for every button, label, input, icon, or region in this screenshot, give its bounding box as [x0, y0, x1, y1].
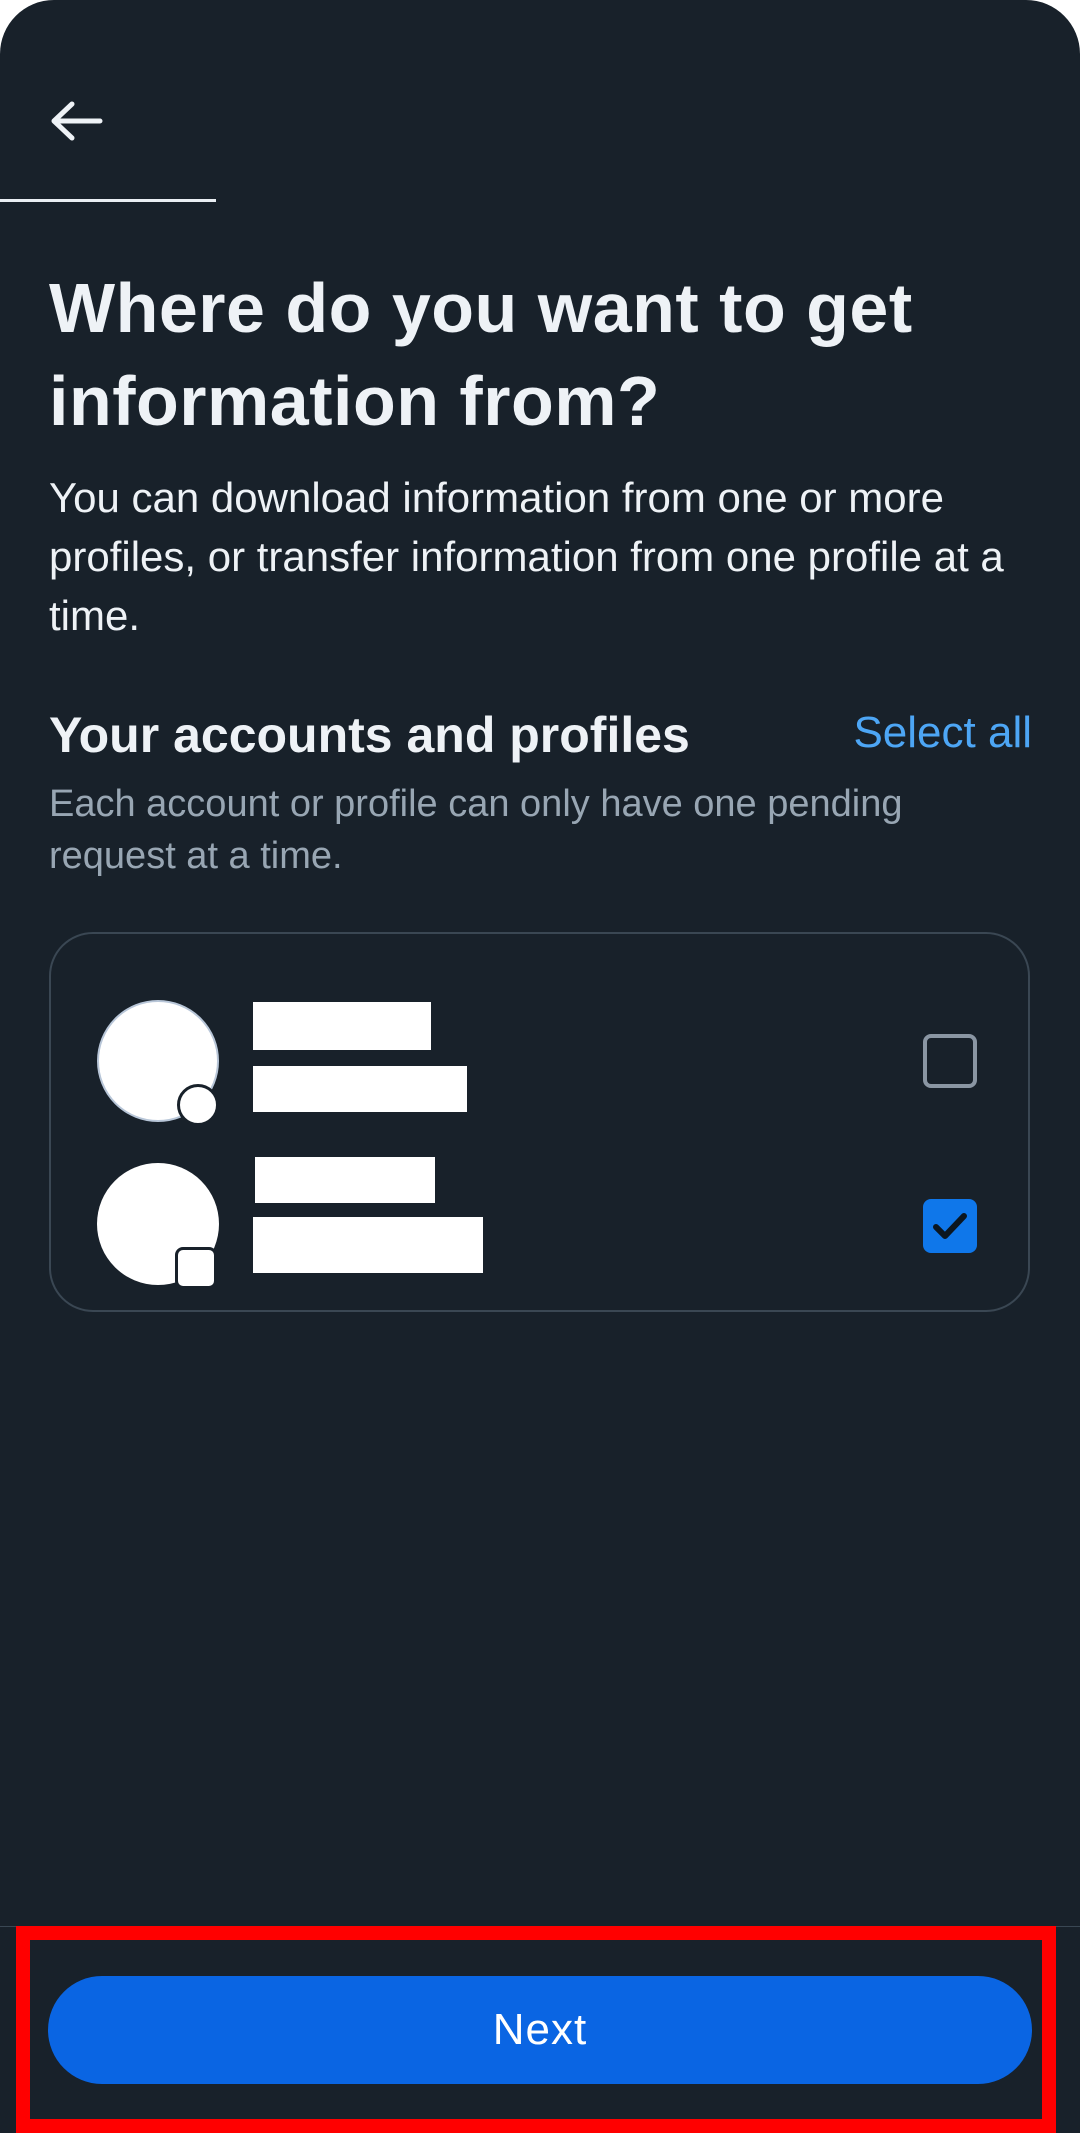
account-row[interactable] — [51, 964, 1028, 1126]
progress-indicator — [0, 199, 216, 202]
account-checkbox-checked[interactable] — [923, 1199, 977, 1253]
arrow-left-icon — [51, 101, 103, 141]
highlight-box — [16, 1926, 1056, 2133]
checkmark-icon — [933, 1213, 967, 1239]
account-name-redacted — [253, 1002, 431, 1050]
account-name-redacted — [255, 1157, 435, 1203]
accounts-section-title: Your accounts and profiles — [49, 707, 690, 763]
facebook-badge-icon — [177, 1084, 219, 1126]
instagram-badge-icon — [175, 1247, 217, 1289]
page-title: Where do you want to get information fro… — [49, 269, 913, 440]
accounts-list — [49, 932, 1030, 1312]
page-description: You can download information from one or… — [49, 474, 1004, 639]
bottom-sheet: Where do you want to get information fro… — [0, 0, 1080, 2133]
account-handle-redacted — [253, 1066, 467, 1112]
accounts-section-subtitle: Each account or profile can only have on… — [49, 783, 903, 877]
account-checkbox-unchecked[interactable] — [923, 1034, 977, 1088]
account-handle-redacted — [253, 1217, 483, 1273]
account-row[interactable] — [51, 1149, 1028, 1309]
select-all-link[interactable]: Select all — [853, 703, 1032, 763]
back-button[interactable] — [42, 90, 112, 152]
